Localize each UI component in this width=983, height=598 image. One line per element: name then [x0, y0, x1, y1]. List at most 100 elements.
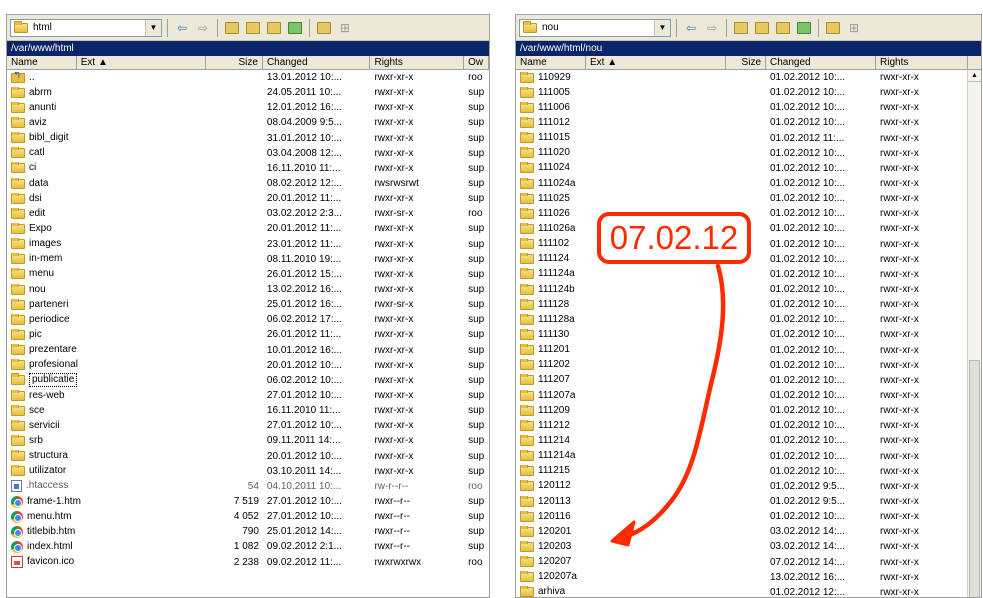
column-changed[interactable]: Changed [263, 56, 371, 69]
home-icon[interactable] [774, 19, 792, 37]
file-row[interactable]: 111005 01.02.2012 10:... rwxr-xr-x [516, 85, 981, 100]
forward-arrow-icon[interactable]: ⇨ [703, 19, 721, 37]
forward-arrow-icon[interactable]: ⇨ [194, 19, 212, 37]
file-row[interactable]: 111128a 01.02.2012 10:... rwxr-xr-x [516, 312, 981, 327]
column-rights[interactable]: Rights [370, 56, 465, 69]
column-ext[interactable]: Ext ▲ [586, 56, 726, 69]
column-rights[interactable]: Rights [876, 56, 968, 69]
file-row[interactable]: bibl_digit 31.01.2012 10:... rwxr-xr-x sup [7, 131, 489, 146]
file-row[interactable]: 111214 01.02.2012 10:... rwxr-xr-x [516, 433, 981, 448]
file-row[interactable]: 111207a 01.02.2012 10:... rwxr-xr-x [516, 388, 981, 403]
file-row[interactable]: Expo 20.01.2012 11:... rwxr-xr-x sup [7, 221, 489, 236]
file-row[interactable]: 110929 01.02.2012 10:... rwxr-xr-x [516, 70, 981, 85]
parent-folder-icon[interactable] [732, 19, 750, 37]
file-row[interactable]: titlebib.htm 790 25.01.2012 14:... rwxr--r-… [7, 524, 489, 539]
file-row[interactable]: 120203 03.02.2012 14:... rwxr-xr-x [516, 539, 981, 554]
file-row[interactable]: profesional 20.01.2012 10:... rwxr-xr-x sup [7, 358, 489, 373]
file-row[interactable]: abrm 24.05.2011 10:... rwxr-xr-x sup [7, 85, 489, 100]
file-row[interactable]: frame-1.htm 7 519 27.01.2012 10:... rwxr--r… [7, 494, 489, 509]
file-row[interactable]: edit 03.02.2012 2:3... rwxr-sr-x roo [7, 206, 489, 221]
file-row[interactable]: .. 13.01.2012 10:... rwxr-xr-x roo [7, 70, 489, 85]
file-row[interactable]: 111020 01.02.2012 10:... rwxr-xr-x [516, 146, 981, 161]
file-row[interactable]: arhiva 01.02.2012 12:... rwxr-xr-x [516, 585, 981, 597]
open-directory-icon[interactable] [824, 19, 842, 37]
file-row[interactable]: 111124a 01.02.2012 10:... rwxr-xr-x [516, 267, 981, 282]
file-row[interactable]: 111214a 01.02.2012 10:... rwxr-xr-x [516, 449, 981, 464]
back-arrow-icon[interactable]: ⇦ [682, 19, 700, 37]
file-row[interactable]: menu 26.01.2012 15:... rwxr-xr-x sup [7, 267, 489, 282]
open-directory-icon[interactable] [315, 19, 333, 37]
file-row[interactable]: pic 26.01.2012 11:... rwxr-xr-x sup [7, 327, 489, 342]
file-row[interactable]: 111215 01.02.2012 10:... rwxr-xr-x [516, 464, 981, 479]
file-row[interactable]: utilizator 03.10.2011 14:... rwxr-xr-x sup [7, 464, 489, 479]
right-path-bar[interactable]: /var/www/html/nou [516, 41, 981, 56]
file-row[interactable]: 111006 01.02.2012 10:... rwxr-xr-x [516, 100, 981, 115]
dropdown-arrow-icon[interactable]: ▼ [145, 19, 161, 36]
column-name[interactable]: Name [516, 56, 586, 69]
column-changed[interactable]: Changed [766, 56, 876, 69]
file-row[interactable]: 111024 01.02.2012 10:... rwxr-xr-x [516, 161, 981, 176]
file-row[interactable]: catl 03.04.2008 12:... rwxr-xr-x sup [7, 146, 489, 161]
file-row[interactable]: srb 09.11.2011 14:... rwxr-xr-x sup [7, 433, 489, 448]
file-row[interactable]: 111202 01.02.2012 10:... rwxr-xr-x [516, 358, 981, 373]
file-row[interactable]: anunti 12.01.2012 16:... rwxr-xr-x sup [7, 100, 489, 115]
tree-view-icon[interactable]: ⊞ [336, 19, 354, 37]
column-size[interactable]: Size [206, 56, 263, 69]
file-row[interactable]: 111212 01.02.2012 10:... rwxr-xr-x [516, 418, 981, 433]
file-row[interactable]: 120201 03.02.2012 14:... rwxr-xr-x [516, 524, 981, 539]
file-row[interactable]: 120116 01.02.2012 10:... rwxr-xr-x [516, 509, 981, 524]
root-folder-icon[interactable] [753, 19, 771, 37]
file-row[interactable]: 111128 01.02.2012 10:... rwxr-xr-x [516, 297, 981, 312]
file-row[interactable]: parteneri 25.01.2012 16:... rwxr-sr-x sup [7, 297, 489, 312]
file-row[interactable]: structura 20.01.2012 10:... rwxr-xr-x sup [7, 449, 489, 464]
file-row[interactable]: dsi 20.01.2012 11:... rwxr-xr-x sup [7, 191, 489, 206]
file-row[interactable]: 111012 01.02.2012 10:... rwxr-xr-x [516, 115, 981, 130]
file-row[interactable]: in-mem 08.11.2010 19:... rwxr-xr-x sup [7, 252, 489, 267]
file-row[interactable]: 111015 01.02.2012 11:... rwxr-xr-x [516, 131, 981, 146]
scroll-thumb[interactable] [969, 360, 980, 597]
file-row[interactable]: 120207a 13.02.2012 16:... rwxr-xr-x [516, 570, 981, 585]
file-row[interactable]: menu.htm 4 052 27.01.2012 10:... rwxr--r-- s… [7, 509, 489, 524]
file-row[interactable]: 111201 01.02.2012 10:... rwxr-xr-x [516, 343, 981, 358]
column-owner[interactable]: Ow [464, 56, 489, 69]
column-size[interactable]: Size [726, 56, 766, 69]
file-row[interactable]: .htaccess 54 04.10.2011 10:... rw-r--r-- roo [7, 479, 489, 494]
file-row[interactable]: 111209 01.02.2012 10:... rwxr-xr-x [516, 403, 981, 418]
file-row[interactable]: publicatie 06.02.2012 10:... rwxr-xr-x sup [7, 373, 489, 388]
home-icon[interactable] [265, 19, 283, 37]
file-row[interactable]: aviz 08.04.2009 9:5... rwxr-xr-x sup [7, 115, 489, 130]
refresh-icon[interactable] [795, 19, 813, 37]
file-row[interactable]: 120112 01.02.2012 9:5... rwxr-xr-x [516, 479, 981, 494]
left-folder-combo[interactable]: html ▼ [10, 18, 162, 37]
right-folder-combo[interactable]: nou ▼ [519, 18, 671, 37]
file-row[interactable]: index.html 1 082 09.02.2012 2:1... rwxr--r-… [7, 539, 489, 554]
file-row[interactable]: 120207 07.02.2012 14:... rwxr-xr-x [516, 555, 981, 570]
file-row[interactable]: 111130 01.02.2012 10:... rwxr-xr-x [516, 327, 981, 342]
file-row[interactable]: 111024a 01.02.2012 10:... rwxr-xr-x [516, 176, 981, 191]
tree-view-icon[interactable]: ⊞ [845, 19, 863, 37]
right-scrollbar[interactable]: ▲ [967, 70, 981, 597]
file-row[interactable]: data 08.02.2012 12:... rwsrwsrwt sup [7, 176, 489, 191]
file-row[interactable]: periodice 06.02.2012 17:... rwxr-xr-x sup [7, 312, 489, 327]
refresh-icon[interactable] [286, 19, 304, 37]
parent-folder-icon[interactable] [223, 19, 241, 37]
root-folder-icon[interactable] [244, 19, 262, 37]
file-row[interactable]: servicii 27.01.2012 10:... rwxr-xr-x sup [7, 418, 489, 433]
column-name[interactable]: Name [7, 56, 77, 69]
dropdown-arrow-icon[interactable]: ▼ [654, 19, 670, 36]
scroll-up-arrow-icon[interactable]: ▲ [968, 70, 981, 82]
file-row[interactable]: sce 16.11.2010 11:... rwxr-xr-x sup [7, 403, 489, 418]
file-row[interactable]: 111207 01.02.2012 10:... rwxr-xr-x [516, 373, 981, 388]
back-arrow-icon[interactable]: ⇦ [173, 19, 191, 37]
file-row[interactable]: nou 13.02.2012 16:... rwxr-xr-x sup [7, 282, 489, 297]
left-path-bar[interactable]: /var/www/html [7, 41, 489, 56]
file-row[interactable]: images 23.01.2012 11:... rwxr-xr-x sup [7, 237, 489, 252]
file-row[interactable]: 111025 01.02.2012 10:... rwxr-xr-x [516, 191, 981, 206]
file-row[interactable]: ci 16.11.2010 11:... rwxr-xr-x sup [7, 161, 489, 176]
file-row[interactable]: prezentare 10.01.2012 16:... rwxr-xr-x sup [7, 343, 489, 358]
file-row[interactable]: res-web 27.01.2012 10:... rwxr-xr-x sup [7, 388, 489, 403]
column-ext[interactable]: Ext ▲ [77, 56, 207, 69]
file-row[interactable]: 120113 01.02.2012 9:5... rwxr-xr-x [516, 494, 981, 509]
file-row[interactable]: favicon.ico 2 238 09.02.2012 11:... rwxrwxr… [7, 555, 489, 570]
file-row[interactable]: 111124b 01.02.2012 10:... rwxr-xr-x [516, 282, 981, 297]
